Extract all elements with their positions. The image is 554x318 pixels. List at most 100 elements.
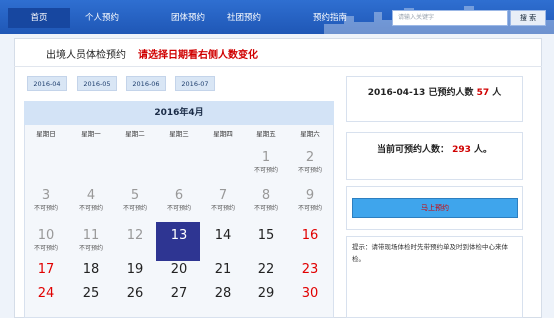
day-number: 26: [126, 286, 144, 301]
calendar-month-title: 2016年4月: [24, 101, 334, 125]
calendar-day-28[interactable]: 28: [201, 286, 245, 302]
booked-count: 57: [476, 88, 490, 98]
day-number: 29: [257, 286, 275, 301]
day-number: 7: [218, 188, 228, 203]
nav-item-3[interactable]: 团体预约: [164, 8, 212, 28]
day-number: 20: [170, 262, 188, 277]
calendar-day-3: 3 不可预约: [24, 188, 68, 213]
unavailable-label: 不可预约: [166, 205, 191, 212]
day-number: 10: [37, 228, 55, 243]
available-unit: 人。: [474, 145, 493, 155]
available-label: 当前可预约人数：: [376, 145, 449, 155]
day-number: 25: [82, 286, 100, 301]
day-number: 9: [305, 188, 315, 203]
day-number: 19: [126, 262, 144, 277]
calendar-day-21[interactable]: 21: [201, 262, 245, 278]
booked-count-box: 2016-04-13 已预约人数 57 人: [346, 76, 523, 122]
page-subtitle: 请选择日期看右侧人数变化: [138, 50, 258, 61]
day-number: 28: [214, 286, 232, 301]
month-tab-4[interactable]: 2016-07: [175, 76, 215, 91]
day-number: 8: [261, 188, 271, 203]
page-title: 出境人员体检预约: [46, 50, 126, 61]
day-number: 17: [37, 262, 55, 277]
calendar-day-20[interactable]: 20: [157, 262, 201, 278]
calendar-day-11: 11 不可预约: [69, 228, 113, 253]
calendar-day-10: 10 不可预约: [24, 228, 68, 253]
nav-item-2[interactable]: 个人预约: [70, 8, 134, 28]
month-tab-1[interactable]: 2016-04: [27, 76, 67, 91]
month-tab-2[interactable]: 2016-05: [77, 76, 117, 91]
day-number: 24: [37, 286, 55, 301]
day-number: 14: [214, 228, 232, 243]
calendar-day-2: 2 不可预约: [288, 150, 332, 175]
available-count-box: 当前可预约人数： 293 人。: [346, 132, 523, 180]
day-number: 27: [170, 286, 188, 301]
day-number: 2: [305, 150, 315, 165]
day-number: 13: [170, 228, 188, 243]
day-number: 22: [257, 262, 275, 277]
day-number: 4: [86, 188, 96, 203]
unavailable-label: 不可预约: [33, 245, 58, 252]
unavailable-label: 不可预约: [253, 205, 278, 212]
day-number: 21: [214, 262, 232, 277]
unavailable-label: 不可预约: [253, 167, 278, 174]
day-number: 23: [301, 262, 319, 277]
unavailable-label: 不可预约: [210, 205, 235, 212]
nav-item-1[interactable]: 首页: [8, 8, 70, 28]
unavailable-label: 不可预约: [297, 205, 322, 212]
calendar-day-18[interactable]: 18: [69, 262, 113, 278]
search-button[interactable]: 搜 索: [510, 10, 546, 26]
top-navigation: 首页 个人预约 团体预约 社团预约 预约指南 请输入关键字 搜 索: [0, 0, 554, 34]
nav-item-5[interactable]: 预约指南: [306, 8, 354, 28]
day-number: 18: [82, 262, 100, 277]
day-number: 30: [301, 286, 319, 301]
calendar-day-4: 4 不可预约: [69, 188, 113, 213]
available-count: 293: [452, 145, 471, 155]
weekday-header: 星期四: [213, 130, 233, 138]
nav-item-4[interactable]: 社团预约: [212, 8, 276, 28]
unavailable-label: 不可预约: [78, 205, 103, 212]
day-number: 1: [261, 150, 271, 165]
booked-unit: 人: [492, 88, 502, 98]
calendar-day-5: 5 不可预约: [113, 188, 157, 213]
calendar-day-15[interactable]: 15: [244, 228, 288, 244]
calendar-day-19[interactable]: 19: [113, 262, 157, 278]
search-input[interactable]: 请输入关键字: [392, 10, 508, 26]
calendar-day-6: 6 不可预约: [157, 188, 201, 213]
calendar-day-26[interactable]: 26: [113, 286, 157, 302]
unavailable-label: 不可预约: [78, 245, 103, 252]
day-number: 5: [130, 188, 140, 203]
day-number: 16: [301, 228, 319, 243]
unavailable-label: 不可预约: [122, 205, 147, 212]
calendar-day-27[interactable]: 27: [157, 286, 201, 302]
calendar-day-9: 9 不可预约: [288, 188, 332, 213]
month-tab-3[interactable]: 2016-06: [126, 76, 166, 91]
calendar-day-17[interactable]: 17: [24, 262, 68, 278]
calendar-day-14[interactable]: 14: [201, 228, 245, 244]
calendar-day-8: 8 不可预约: [244, 188, 288, 213]
calendar-day-22[interactable]: 22: [244, 262, 288, 278]
weekday-header: 星期一: [81, 130, 101, 138]
day-number: 12: [126, 228, 144, 243]
booked-date: 2016-04-13: [367, 88, 426, 98]
weekday-header: 星期六: [300, 130, 320, 138]
day-number: 11: [82, 228, 100, 243]
calendar-day-23[interactable]: 23: [288, 262, 332, 278]
book-now-button[interactable]: 马上预约: [352, 198, 518, 218]
calendar-day-1: 1 不可预约: [244, 150, 288, 175]
calendar-day-24[interactable]: 24: [24, 286, 68, 302]
tip-text: 提示：请带现场体检时先带预约单及时到体检中心来体检。: [352, 243, 508, 263]
weekday-header: 星期三: [169, 130, 189, 138]
calendar-day-13[interactable]: 13: [157, 228, 201, 244]
calendar-day-29[interactable]: 29: [244, 286, 288, 302]
calendar-day-30[interactable]: 30: [288, 286, 332, 302]
weekday-header: 星期五: [256, 130, 276, 138]
day-number: 6: [174, 188, 184, 203]
day-number: 3: [41, 188, 51, 203]
calendar-day-16[interactable]: 16: [288, 228, 332, 244]
booked-label: 已预约人数: [428, 88, 474, 98]
unavailable-label: 不可预约: [33, 205, 58, 212]
unavailable-label: 不可预约: [297, 167, 322, 174]
weekday-header: 星期二: [125, 130, 145, 138]
calendar-day-25[interactable]: 25: [69, 286, 113, 302]
